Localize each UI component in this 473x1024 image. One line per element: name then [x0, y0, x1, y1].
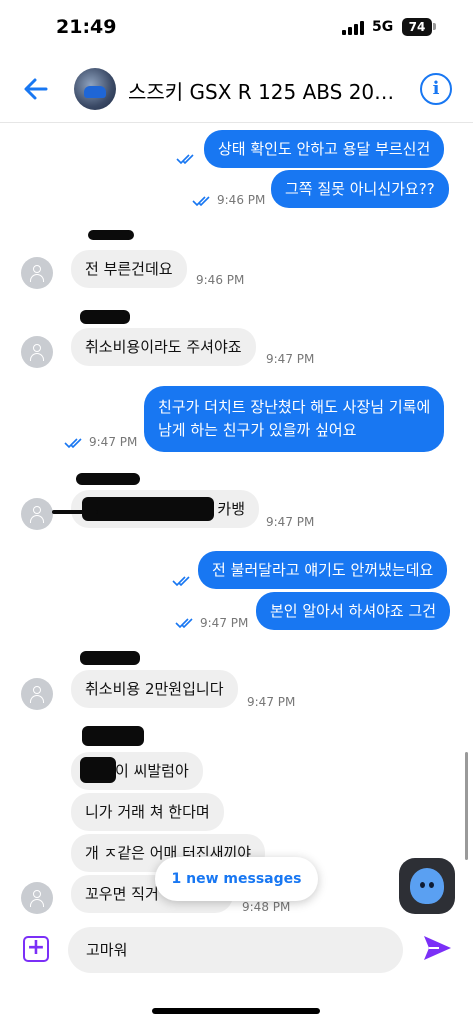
info-icon[interactable]: i [420, 73, 452, 105]
composer: + 고마워 [0, 918, 473, 1024]
message-timestamp: 9:47 PM [266, 515, 315, 529]
back-arrow-icon[interactable] [20, 72, 54, 106]
double-check-icon [192, 192, 212, 207]
battery-tip [433, 23, 436, 30]
header-divider [0, 122, 473, 123]
redacted-sender-name [76, 473, 140, 485]
contact-avatar[interactable] [74, 68, 116, 110]
signal-icon [342, 21, 364, 35]
assistant-eye [420, 882, 425, 888]
avatar-placeholder-icon[interactable] [21, 336, 53, 368]
message-timestamp: 9:48 PM [242, 900, 291, 914]
message-timestamp: 9:46 PM [217, 193, 266, 207]
message-bubble-outgoing[interactable]: 그쪽 질못 아니신가요?? [271, 170, 449, 208]
network-label: 5G [372, 19, 394, 35]
redacted-message-content [80, 757, 116, 783]
avatar-placeholder-icon[interactable] [21, 257, 53, 289]
message-bubble-outgoing[interactable]: 전 불러달라고 얘기도 안꺼냈는데요 [198, 551, 448, 589]
double-check-icon [176, 150, 196, 165]
assistant-face [410, 868, 444, 904]
redacted-sender-name [80, 651, 140, 665]
avatar-placeholder-icon[interactable] [21, 678, 53, 710]
chat-header: 스즈키 GSX R 125 ABS 2019... i [0, 58, 473, 122]
message-timestamp: 9:46 PM [196, 273, 245, 287]
redacted-sender-name [82, 726, 144, 746]
message-bubble-incoming[interactable]: 전 부른건데요 [71, 250, 187, 288]
message-line: 남게 하는 친구가 있을까 싶어요 [158, 421, 357, 439]
new-messages-button[interactable]: 1 new messages [155, 857, 318, 901]
message-bubble-incoming[interactable]: 취소비용 2만원입니다 [71, 670, 238, 708]
message-timestamp: 9:47 PM [266, 352, 315, 366]
assistant-eye [429, 882, 434, 888]
double-check-icon [172, 572, 192, 587]
ai-assistant-icon[interactable] [399, 858, 455, 914]
redacted-sender-name [88, 230, 134, 240]
double-check-icon [64, 434, 84, 449]
status-time: 21:49 [56, 16, 117, 38]
message-timestamp: 9:47 PM [247, 695, 296, 709]
redacted-message-content [82, 497, 214, 521]
message-timestamp: 9:47 PM [200, 616, 249, 630]
message-input[interactable]: 고마워 [68, 927, 403, 973]
redacted-sender-name [80, 310, 130, 324]
battery-icon: 74 [402, 18, 432, 36]
status-bar: 21:49 5G 74 [0, 0, 473, 58]
send-icon[interactable] [421, 932, 453, 964]
redaction-stroke [52, 510, 98, 514]
double-check-icon [175, 614, 195, 629]
message-bubble-incoming[interactable]: 취소비용이라도 주셔야죠 [71, 328, 256, 366]
home-indicator [152, 1008, 320, 1014]
avatar-placeholder-icon[interactable] [21, 498, 53, 530]
message-line: 친구가 더치트 장난쳤다 해도 사장님 기록에 [158, 398, 431, 416]
message-bubble-outgoing[interactable]: 친구가 더치트 장난쳤다 해도 사장님 기록에 남게 하는 친구가 있을까 싶어… [144, 386, 445, 452]
message-bubble-outgoing[interactable]: 본인 알아서 하셔야죠 그건 [256, 592, 451, 630]
motorcycle-image [84, 86, 106, 98]
scrollbar[interactable] [465, 752, 468, 860]
message-timestamp: 9:47 PM [89, 435, 138, 449]
add-media-icon[interactable]: + [23, 936, 49, 962]
message-bubble-outgoing[interactable]: 상태 확인도 안하고 용달 부르신건 [204, 130, 445, 168]
chat-title[interactable]: 스즈키 GSX R 125 ABS 2019... [128, 76, 398, 105]
message-bubble-incoming[interactable]: 니가 거래 쳐 한다며 [71, 793, 224, 831]
avatar-placeholder-icon[interactable] [21, 882, 53, 914]
